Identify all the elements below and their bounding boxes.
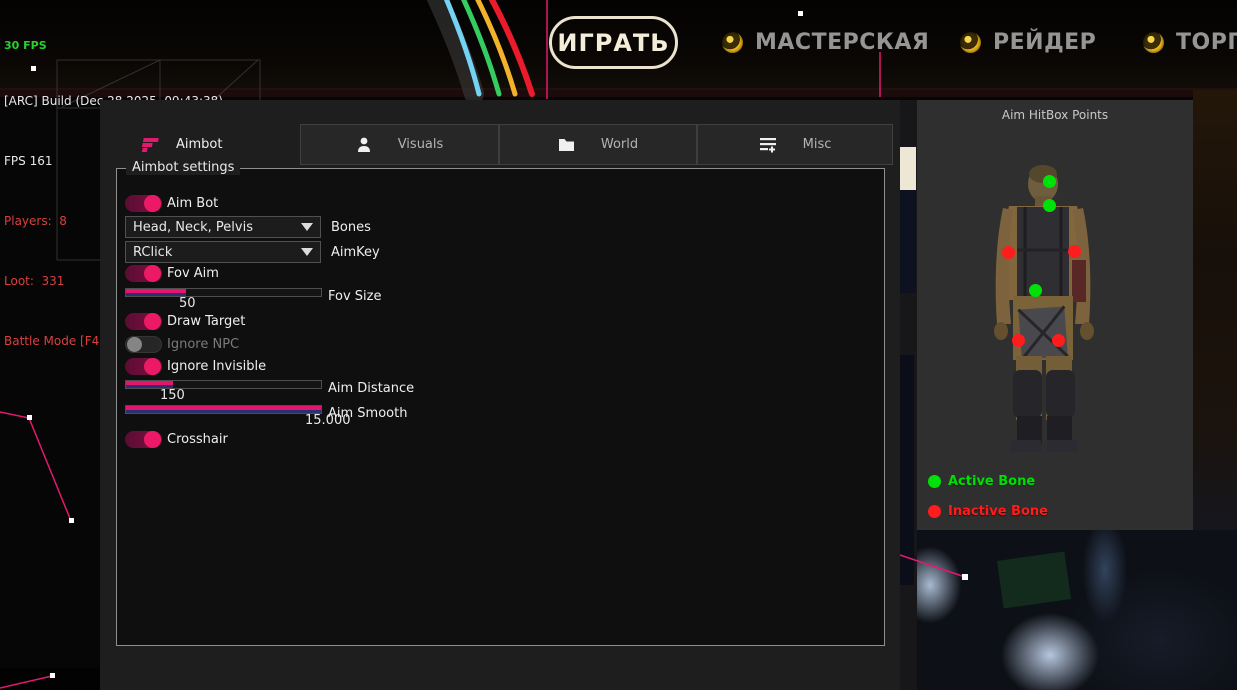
coin-icon	[960, 32, 981, 53]
draw-target-label: Draw Target	[167, 314, 245, 329]
nav-item-workshop[interactable]: МАСТЕРСКАЯ	[722, 30, 929, 55]
bones-dropdown[interactable]: Head, Neck, Pelvis	[125, 216, 321, 238]
scene-gap-navy-block	[900, 190, 916, 293]
nav-item-label: МАСТЕРСКАЯ	[755, 30, 929, 55]
tab-aimbot[interactable]: Aimbot	[140, 124, 300, 165]
legend-label: Active Bone	[948, 474, 1035, 489]
toggle-knob	[127, 337, 142, 352]
aim-distance-slider[interactable]	[125, 380, 322, 389]
tab-label: World	[601, 137, 638, 152]
ignore-invisible-label: Ignore Invisible	[167, 359, 266, 374]
bone-point-right-arm[interactable]	[1068, 245, 1081, 258]
bone-point-pelvis[interactable]	[1029, 284, 1042, 297]
legend-active-bone: Active Bone	[928, 474, 1035, 489]
fov-size-label: Fov Size	[328, 289, 381, 304]
toggle-knob	[144, 358, 161, 375]
hud-fps-counter: 30 FPS	[4, 40, 223, 51]
slider-fill	[126, 381, 173, 388]
scene-exit-sign	[997, 552, 1071, 609]
player-model-preview	[917, 100, 1193, 530]
person-icon	[356, 137, 372, 153]
tab-misc[interactable]: Misc	[697, 124, 893, 165]
bone-point-left-leg[interactable]	[1012, 334, 1025, 347]
ignore-invisible-toggle[interactable]	[125, 358, 162, 375]
play-button[interactable]: ИГРАТЬ	[549, 16, 678, 69]
legend-label: Inactive Bone	[948, 504, 1048, 519]
aim-distance-value: 150	[160, 388, 185, 403]
aimkey-dropdown[interactable]: RClick	[125, 241, 321, 263]
tab-label: Visuals	[398, 137, 444, 152]
aimbot-settings-group: Aimbot settings Aim Bot Head, Neck, Pelv…	[116, 168, 885, 646]
group-title: Aimbot settings	[126, 160, 240, 175]
toggle-knob	[144, 313, 161, 330]
aim-bot-label: Aim Bot	[167, 196, 218, 211]
hitbox-preview-panel: Aim HitBox Points	[917, 100, 1193, 530]
sliders-add-icon	[759, 137, 777, 153]
ignore-npc-toggle[interactable]	[125, 336, 162, 353]
cheat-menu-panel: Aimbot Visuals World	[100, 100, 900, 690]
fov-aim-label: Fov Aim	[167, 266, 219, 281]
chevron-down-icon	[301, 248, 313, 256]
fov-size-value: 50	[179, 296, 196, 311]
toggle-knob	[144, 431, 161, 448]
bone-point-neck[interactable]	[1043, 199, 1056, 212]
nav-item-traders[interactable]: ТОРГО	[1143, 30, 1237, 55]
slider-fill	[126, 289, 186, 296]
aim-smooth-slider[interactable]	[125, 405, 322, 414]
slider-fill	[126, 406, 321, 413]
legend-inactive-bone: Inactive Bone	[928, 504, 1048, 519]
chevron-down-icon	[301, 223, 313, 231]
nav-item-label: ТОРГО	[1176, 30, 1237, 55]
bone-point-left-arm[interactable]	[1002, 246, 1015, 259]
scene-gap-navy-block2	[900, 355, 914, 585]
aim-bot-toggle[interactable]	[125, 195, 162, 212]
draw-target-toggle[interactable]	[125, 313, 162, 330]
screen: 30 FPS [ARC] Build (Dec 28 2025, 09:43:3…	[0, 0, 1237, 690]
coin-icon	[722, 32, 743, 53]
tab-label: Misc	[803, 137, 832, 152]
scene-bottom-left	[0, 668, 100, 690]
toggle-knob	[144, 195, 161, 212]
pistol-icon	[140, 137, 159, 153]
toggle-knob	[144, 265, 161, 282]
aimkey-label: AimKey	[331, 245, 380, 260]
fov-size-slider[interactable]	[125, 288, 322, 297]
aim-smooth-label: Aim Smooth	[328, 406, 407, 421]
aimkey-dropdown-value: RClick	[133, 245, 301, 260]
bone-point-right-leg[interactable]	[1052, 334, 1065, 347]
fov-aim-toggle[interactable]	[125, 265, 162, 282]
tab-visuals[interactable]: Visuals	[300, 124, 499, 165]
bones-dropdown-value: Head, Neck, Pelvis	[133, 220, 301, 235]
nav-item-raider[interactable]: РЕЙДЕР	[960, 30, 1096, 55]
nav-item-label: РЕЙДЕР	[993, 30, 1096, 55]
bone-point-head[interactable]	[1043, 175, 1056, 188]
crosshair-toggle[interactable]	[125, 431, 162, 448]
tab-world[interactable]: World	[499, 124, 697, 165]
active-bone-dot-icon	[928, 475, 941, 488]
bones-label: Bones	[331, 220, 371, 235]
coin-icon	[1143, 32, 1164, 53]
crosshair-label: Crosshair	[167, 432, 228, 447]
tab-label: Aimbot	[176, 137, 222, 152]
scene-gap-cream-block	[900, 147, 916, 190]
ignore-npc-label: Ignore NPC	[167, 337, 239, 352]
aim-distance-label: Aim Distance	[328, 381, 414, 396]
scene-bottom-right	[900, 530, 1237, 690]
inactive-bone-dot-icon	[928, 505, 941, 518]
folder-icon	[558, 137, 575, 152]
